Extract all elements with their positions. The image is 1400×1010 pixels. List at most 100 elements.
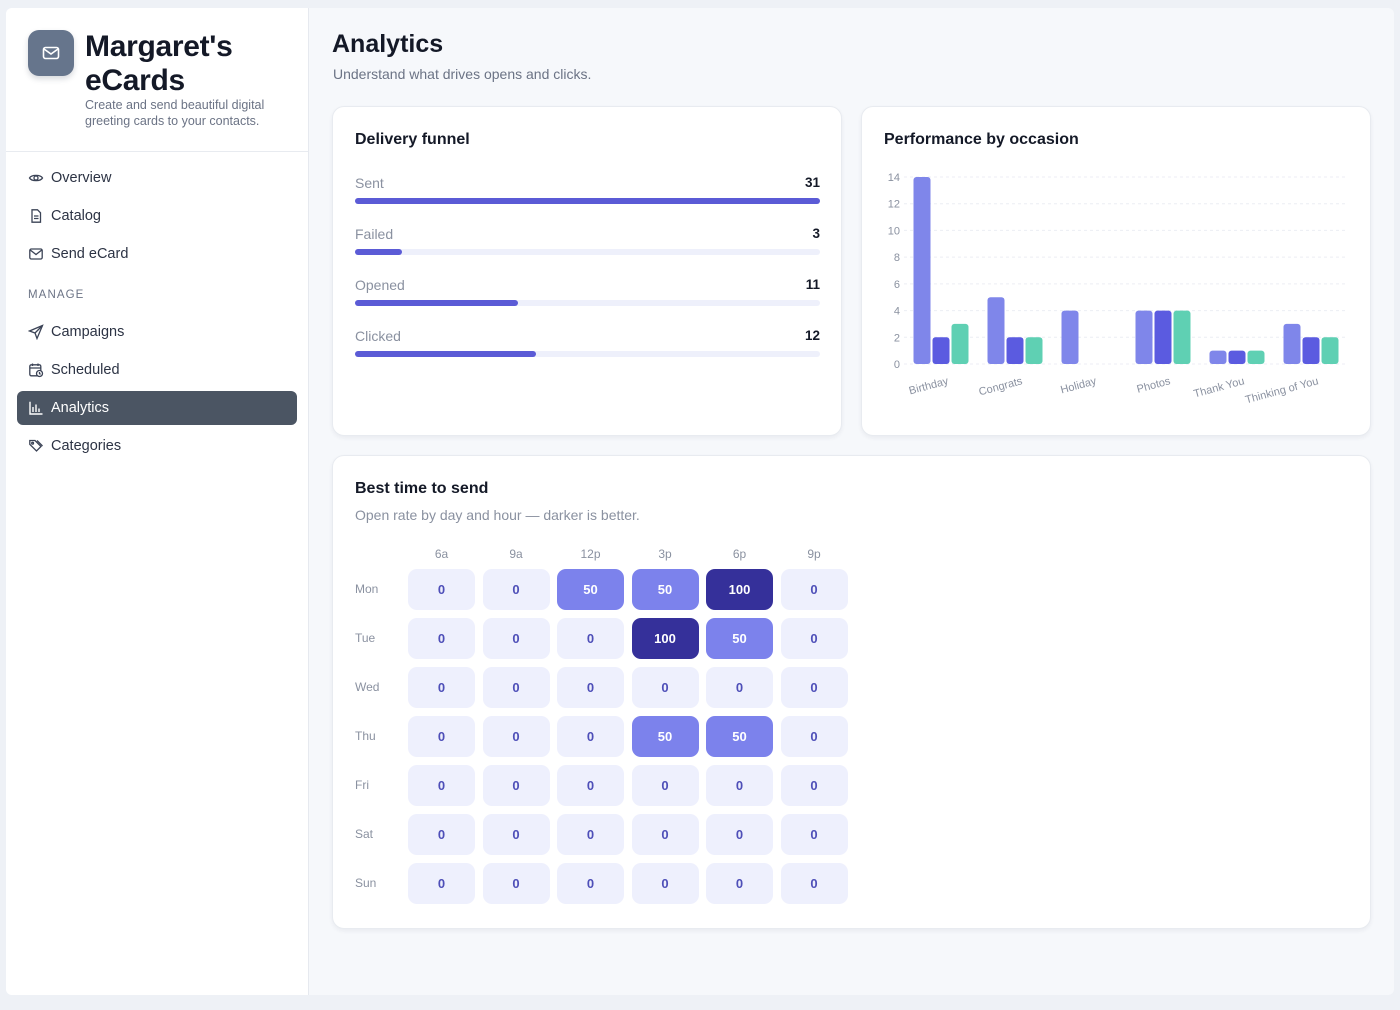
heatmap-column-label: 12p (580, 547, 601, 561)
x-tick-label: Thank You (1192, 375, 1245, 400)
app-name-line2: eCards (85, 64, 185, 97)
bar-congrats (987, 297, 1005, 364)
heatmap-column-label: 6p (732, 547, 747, 561)
sidebar-item-send-ecard[interactable]: Send eCard (17, 237, 297, 271)
heatmap-cell[interactable]: 0 (631, 765, 699, 806)
heatmap-cell[interactable]: 0 (706, 814, 773, 855)
heatmap-cell[interactable]: 0 (780, 618, 848, 659)
paper-plane-icon (28, 324, 44, 340)
funnel-track (355, 249, 820, 255)
heatmap-cell[interactable]: 0 (706, 667, 773, 708)
bar-photos (1154, 310, 1172, 364)
heatmap-cell[interactable]: 50 (706, 716, 773, 757)
heatmap-cell[interactable]: 0 (557, 863, 624, 904)
x-tick-label: Birthday (908, 375, 951, 397)
sidebar-nav: Overview Catalog Send eCard MANAGE Campa… (17, 161, 297, 467)
heatmap-cell[interactable]: 0 (482, 618, 550, 659)
heatmap-cell[interactable]: 50 (631, 569, 699, 610)
heatmap-cell[interactable]: 0 (631, 667, 699, 708)
app-description: Create and send beautiful digital greeti… (85, 98, 265, 128)
funnel-value: 3 (812, 226, 820, 241)
mail-logo-icon (28, 30, 74, 76)
sidebar-item-catalog[interactable]: Catalog (17, 199, 297, 233)
heatmap-cell[interactable]: 0 (482, 814, 550, 855)
funnel-value: 31 (804, 175, 820, 190)
heatmap-cell[interactable]: 0 (557, 667, 624, 708)
bar-thank-you (1247, 350, 1265, 364)
heatmap-cell[interactable]: 0 (482, 765, 550, 806)
sidebar-item-campaigns[interactable]: Campaigns (17, 315, 297, 349)
heatmap-cell[interactable]: 100 (706, 569, 773, 610)
heatmap-cell[interactable]: 0 (408, 863, 475, 904)
sidebar-item-analytics[interactable]: Analytics (17, 391, 297, 425)
heatmap-cell[interactable]: 0 (408, 765, 475, 806)
delivery-funnel-card: Delivery funnel Sent 31 Failed 3 Opened … (332, 106, 842, 436)
card-title: Delivery funnel (355, 131, 470, 148)
heatmap-cell[interactable]: 0 (408, 716, 475, 757)
sidebar-item-categories[interactable]: Categories (17, 429, 297, 463)
y-tick-label: 6 (894, 279, 900, 291)
x-tick-label: Holiday (1059, 375, 1098, 396)
heatmap-cell[interactable]: 0 (631, 863, 699, 904)
funnel-value: 12 (804, 328, 820, 343)
sidebar-item-scheduled[interactable]: Scheduled (17, 353, 297, 387)
document-icon (31, 209, 42, 223)
bar-birthday (951, 323, 969, 364)
bar-photos (1135, 310, 1153, 364)
heatmap-cell[interactable]: 0 (408, 667, 475, 708)
heatmap-cell[interactable]: 0 (780, 765, 848, 806)
funnel-track (355, 300, 820, 306)
heatmap-cell[interactable]: 50 (706, 618, 773, 659)
heatmap-cell[interactable]: 50 (557, 569, 624, 610)
heatmap-cell[interactable]: 0 (780, 667, 848, 708)
page-subtitle: Understand what drives opens and clicks. (333, 66, 592, 82)
app-name-line1: Margaret's (85, 30, 233, 63)
heatmap-cell[interactable]: 0 (408, 618, 475, 659)
heatmap-cell[interactable]: 0 (557, 765, 624, 806)
occasion-bar-chart: 0 2 4 6 8 10 12 14 Birthday Congrats Holiday Photos… (888, 172, 1348, 406)
heatmap-column-label: 9a (509, 547, 523, 561)
heatmap-cell[interactable]: 0 (780, 863, 848, 904)
heatmap-cell[interactable]: 100 (631, 618, 699, 659)
funnel-label: Sent (355, 175, 384, 191)
heatmap-cell[interactable]: 0 (557, 814, 624, 855)
heatmap-row-label: Sun (355, 876, 377, 890)
heatmap-cell[interactable]: 0 (482, 716, 550, 757)
heatmap-cell[interactable]: 0 (408, 569, 475, 610)
heatmap-cell[interactable]: 0 (780, 814, 848, 855)
sidebar-item-overview[interactable]: Overview (17, 161, 297, 195)
y-tick-label: 0 (894, 359, 900, 371)
heatmap-column-label: 3p (658, 547, 672, 561)
calendar-clock-icon (29, 363, 44, 378)
heatmap-column-label: 6a (434, 547, 449, 561)
heatmap-cell[interactable]: 0 (780, 569, 848, 610)
bar-thinking-of-you (1302, 337, 1320, 364)
heatmap-row-label: Fri (355, 778, 369, 792)
main-content: Analytics Understand what drives opens a… (309, 8, 1394, 995)
heatmap-cell[interactable]: 0 (631, 814, 699, 855)
page-title: Analytics (332, 30, 444, 58)
heatmap-cell[interactable]: 0 (780, 716, 848, 757)
heatmap-cell[interactable]: 0 (557, 716, 624, 757)
heatmap-cell[interactable]: 0 (482, 667, 550, 708)
heatmap-cell[interactable]: 0 (706, 765, 773, 806)
funnel-label: Clicked (355, 328, 401, 344)
sidebar-item-label: Categories (51, 438, 122, 454)
funnel-label: Failed (355, 226, 394, 242)
heatmap-cell[interactable]: 0 (408, 814, 475, 855)
heatmap-column-label: 9p (807, 547, 821, 561)
heatmap-cell[interactable]: 0 (482, 569, 550, 610)
heatmap-cell[interactable]: 0 (557, 618, 624, 659)
x-tick-label: Congrats (978, 375, 1025, 398)
eye-icon (28, 174, 44, 182)
card-subtitle: Open rate by day and hour — darker is be… (355, 507, 640, 523)
heatmap-cell[interactable]: 50 (631, 716, 699, 757)
heatmap-cell[interactable]: 0 (482, 863, 550, 904)
heatmap-cell[interactable]: 0 (706, 863, 773, 904)
occasion-chart-card: Performance by occasion 0 2 4 6 8 10 12 14 Birth… (861, 106, 1371, 436)
bar-photos (1173, 310, 1191, 364)
y-tick-label: 12 (888, 199, 900, 211)
funnel-bar-fill (355, 351, 537, 357)
nav-section-manage: MANAGE (28, 289, 85, 301)
funnel-value: 11 (805, 277, 820, 292)
